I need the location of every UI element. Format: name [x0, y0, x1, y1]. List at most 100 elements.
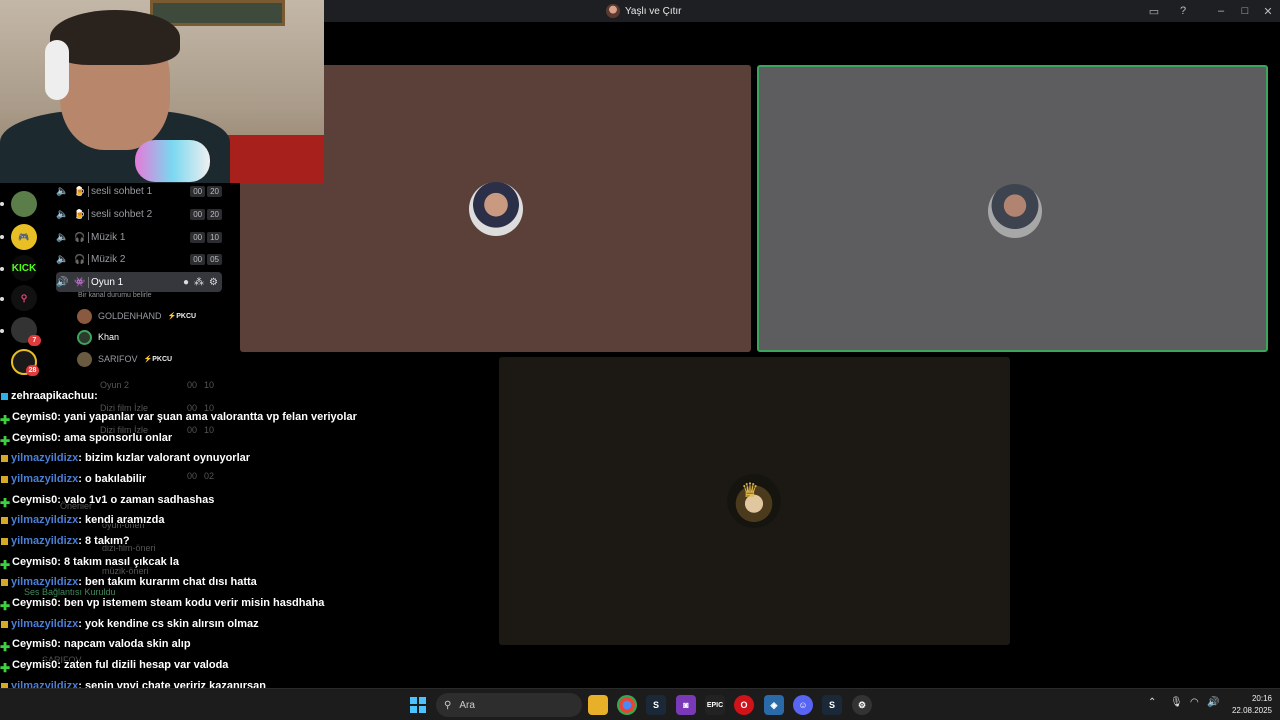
chat-text: : ama sponsorlu onlar — [57, 432, 173, 444]
help-icon[interactable]: ? — [1175, 3, 1191, 19]
voice-channel-oyun-1-active[interactable]: 🔊 👾 Oyun 1 ● ⁂ ⚙ — [56, 272, 222, 292]
participant-avatar: ♛ — [727, 474, 781, 528]
voice-channel-sesli-sohbet-2[interactable]: 🔈 🍺 sesli sohbet 2 00 20 — [56, 204, 222, 224]
discord-icon[interactable]: ☺ — [793, 695, 813, 715]
chat-text: : 8 takım? — [78, 535, 130, 547]
chat-username[interactable]: zehraapikachuu — [11, 390, 94, 402]
headset — [45, 40, 69, 100]
server-icon-gamepad[interactable]: 🎮 — [11, 224, 37, 250]
unread-dot — [0, 329, 4, 333]
group-avatar — [606, 4, 620, 18]
chat-username[interactable]: Ceymis0 — [12, 659, 57, 671]
chat-username[interactable]: yilmazyildizx — [11, 452, 78, 464]
unread-badge: 28 — [26, 365, 39, 376]
avatar — [77, 329, 92, 345]
participant-tile-3[interactable]: ♛ — [499, 357, 1010, 645]
microphone-icon[interactable]: 🎙 — [1170, 697, 1183, 708]
chat-username[interactable]: Ceymis0 — [12, 556, 57, 568]
server-icon-4[interactable]: ⚲ — [11, 285, 37, 311]
speaker-icon: 🔈 — [56, 185, 69, 197]
chat-text: : zaten ful dizili hesap var valoda — [57, 659, 229, 671]
voice-member[interactable]: Khan — [77, 328, 119, 346]
chat-message: yilmazyildizx : yok kendine cs skin alır… — [0, 615, 259, 633]
count: 00 — [187, 425, 198, 435]
voice-member[interactable]: SARIFOV ⚡PKCU — [77, 350, 172, 368]
window-title-text: Yaşlı ve Çıtır — [625, 5, 682, 17]
speaker-icon: 🔈 — [56, 253, 69, 265]
channel-status-placeholder[interactable]: Bir kanal durumu belirle — [78, 292, 152, 299]
plus-badge-icon: ✚ — [0, 495, 11, 510]
minimize-button[interactable]: – — [1213, 3, 1229, 19]
server-icon-5[interactable]: 7 — [11, 317, 41, 346]
windows-start-button[interactable] — [410, 697, 426, 713]
steam-icon[interactable]: S — [646, 695, 666, 715]
chat-username[interactable]: yilmazyildizx — [11, 618, 78, 630]
headphones-icon: 🎧 — [74, 253, 86, 264]
chat-username[interactable]: yilmazyildizx — [11, 514, 78, 526]
chat-message: yilmazyildizx : 8 takım? — [0, 532, 130, 550]
window-title: Yaşlı ve Çıtır — [606, 3, 682, 19]
chat-message: ✚ Ceymis0 : yani yapanlar var şuan ama va… — [0, 408, 357, 427]
gear-icon[interactable]: ⚙ — [209, 277, 218, 288]
inbox-icon[interactable]: ▭ — [1146, 3, 1162, 19]
plus-badge-icon: ✚ — [0, 660, 11, 675]
volume-icon[interactable]: 🔊 — [1207, 697, 1219, 708]
voice-member[interactable]: GOLDENHAND ⚡PKCU — [77, 307, 196, 325]
file-explorer-icon[interactable] — [588, 695, 608, 715]
invite-icon[interactable]: ⁂ — [194, 277, 204, 288]
webcam-overlay — [0, 0, 324, 183]
server-icon-6[interactable]: 28 — [11, 349, 39, 376]
chat-username[interactable]: yilmazyildizx — [11, 473, 78, 485]
speaker-icon: 🔊 — [56, 276, 69, 288]
chat-bubble-icon[interactable]: ● — [183, 277, 189, 288]
chat-message: zehraapikachuu : — [0, 387, 98, 405]
plus-badge-icon: ✚ — [0, 557, 11, 572]
maximize-button[interactable]: □ — [1237, 3, 1253, 19]
epic-games-icon[interactable]: EPIC — [705, 695, 725, 715]
count: 00 — [187, 380, 198, 390]
role-tag: ⚡PKCU — [167, 313, 197, 320]
voice-channel-muzik-2[interactable]: 🔈 🎧 Müzik 2 00 05 — [56, 249, 222, 269]
chat-text: : bizim kızlar valorant oynuyorlar — [78, 452, 251, 464]
voice-channel-muzik-1[interactable]: 🔈 🎧 Müzik 1 00 10 — [56, 227, 222, 247]
chat-username[interactable]: Ceymis0 — [12, 597, 57, 609]
chat-username[interactable]: Ceymis0 — [12, 411, 57, 423]
chat-text: : napcam valoda skin alıp — [57, 638, 191, 650]
taskbar-search[interactable]: ⚲ Ara — [436, 693, 582, 717]
chat-text: : ben takım kurarım chat dısı hatta — [78, 576, 257, 588]
channel-oyun-2: Oyun 2 — [100, 380, 130, 390]
settings-icon[interactable]: ⚙ — [852, 695, 872, 715]
opera-icon[interactable]: O — [734, 695, 754, 715]
chat-username[interactable]: yilmazyildizx — [11, 576, 78, 588]
chat-username[interactable]: Ceymis0 — [12, 638, 57, 650]
avatar — [77, 308, 92, 324]
wifi-icon[interactable]: ◠ — [1190, 697, 1199, 708]
chat-message: yilmazyildizx : bizim kızlar valorant oy… — [0, 449, 250, 467]
participant-tile-2-speaking[interactable] — [757, 65, 1268, 352]
beer-icon: 🍺 — [74, 185, 86, 196]
chrome-icon[interactable] — [617, 695, 637, 715]
chat-username[interactable]: Ceymis0 — [12, 432, 57, 444]
steam-alt-icon[interactable]: S — [822, 695, 842, 715]
headphones-icon: 🎧 — [74, 231, 86, 242]
count: 02 — [204, 471, 215, 481]
chat-username[interactable]: yilmazyildizx — [11, 535, 78, 547]
vip-badge-icon — [0, 391, 9, 401]
count: 10 — [204, 380, 215, 390]
app-icon[interactable]: ◙ — [676, 695, 696, 715]
taskbar: ⚲ Ara S ◙ EPIC O ◈ ☺ S ⚙ ⌃ 🎙 ◠ 🔊 20:16 2… — [0, 688, 1280, 720]
chat-username[interactable]: Ceymis0 — [12, 494, 57, 506]
chat-text: : — [94, 390, 98, 402]
unread-dot — [0, 267, 4, 271]
count: 10 — [204, 425, 215, 435]
crown-badge-icon — [0, 474, 9, 484]
chevron-up-icon[interactable]: ⌃ — [1148, 697, 1156, 708]
server-icon-kick[interactable]: KICK — [11, 255, 37, 281]
close-button[interactable]: ✕ — [1260, 3, 1276, 19]
unread-badge: 7 — [28, 335, 41, 346]
launcher-icon[interactable]: ◈ — [764, 695, 784, 715]
server-icon-1[interactable] — [11, 191, 37, 217]
clock[interactable]: 20:16 22.08.2025 — [1226, 693, 1272, 717]
participant-avatar — [988, 184, 1042, 238]
voice-channel-sesli-sohbet-1[interactable]: 🔈 🍺 sesli sohbet 1 00 20 — [56, 181, 222, 201]
